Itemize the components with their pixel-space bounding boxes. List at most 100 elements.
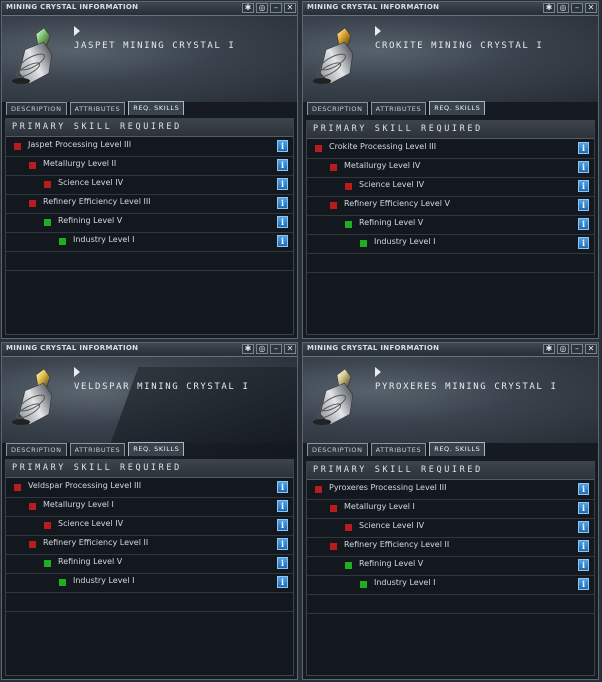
- skill-row[interactable]: Refining Level V i: [307, 556, 594, 576]
- info-button[interactable]: i: [578, 521, 589, 533]
- info-button[interactable]: i: [277, 576, 288, 588]
- info-button[interactable]: i: [578, 199, 589, 211]
- pin-icon: ✱: [545, 344, 553, 353]
- item-name: CROKITE MINING CRYSTAL I: [375, 41, 544, 51]
- skill-row[interactable]: Metallurgy Level I i: [6, 497, 293, 517]
- skill-label: Refining Level V: [359, 559, 424, 568]
- close-button[interactable]: ✕: [585, 3, 597, 13]
- window-titlebar[interactable]: MINING CRYSTAL INFORMATION ✱ ◎ – ✕: [303, 343, 598, 357]
- skill-row[interactable]: Metallurgy Level I i: [307, 499, 594, 519]
- info-button[interactable]: i: [277, 538, 288, 550]
- info-button[interactable]: i: [578, 540, 589, 552]
- tab-attributes[interactable]: ATTRIBUTES: [69, 443, 126, 456]
- info-button[interactable]: i: [578, 237, 589, 249]
- mining-crystal-icon: [313, 368, 354, 426]
- empty-row: [6, 251, 293, 271]
- skill-row[interactable]: Pyroxeres Processing Level III i: [307, 480, 594, 500]
- skill-row[interactable]: Metallurgy Level IV i: [307, 158, 594, 178]
- skill-row[interactable]: Industry Level I i: [307, 234, 594, 254]
- tab-attributes[interactable]: ATTRIBUTES: [370, 102, 427, 115]
- info-button[interactable]: i: [277, 159, 288, 171]
- pin-button[interactable]: ✱: [543, 344, 555, 354]
- item-name: PYROXERES MINING CRYSTAL I: [375, 382, 558, 392]
- skill-row[interactable]: Refinery Efficiency Level II i: [307, 537, 594, 557]
- info-button[interactable]: i: [578, 180, 589, 192]
- info-button[interactable]: i: [277, 235, 288, 247]
- tab-req-skills[interactable]: REQ. SKILLS: [429, 442, 486, 456]
- settings-button[interactable]: ◎: [256, 344, 268, 354]
- tab-description[interactable]: DESCRIPTION: [307, 443, 368, 456]
- info-button[interactable]: i: [277, 197, 288, 209]
- tab-description[interactable]: DESCRIPTION: [307, 102, 368, 115]
- close-button[interactable]: ✕: [284, 344, 296, 354]
- minimize-button[interactable]: –: [571, 3, 583, 13]
- info-button[interactable]: i: [578, 161, 589, 173]
- minimize-icon: –: [274, 3, 278, 12]
- window-titlebar[interactable]: MINING CRYSTAL INFORMATION ✱ ◎ – ✕: [2, 343, 297, 357]
- tab-description[interactable]: DESCRIPTION: [6, 443, 67, 456]
- skill-row[interactable]: Refining Level V i: [6, 554, 293, 574]
- skill-row[interactable]: Science Level IV i: [307, 518, 594, 538]
- mining-crystal-icon: [313, 27, 354, 85]
- tab-attributes[interactable]: ATTRIBUTES: [69, 102, 126, 115]
- skill-row[interactable]: Refinery Efficiency Level III i: [6, 194, 293, 214]
- settings-button[interactable]: ◎: [557, 344, 569, 354]
- skill-row[interactable]: Veldspar Processing Level III i: [6, 478, 293, 498]
- window-title: MINING CRYSTAL INFORMATION: [307, 344, 440, 352]
- info-button[interactable]: i: [578, 218, 589, 230]
- info-button[interactable]: i: [578, 578, 589, 590]
- tab-req-skills[interactable]: REQ. SKILLS: [128, 101, 185, 115]
- pin-button[interactable]: ✱: [242, 344, 254, 354]
- skill-label: Metallurgy Level IV: [344, 161, 421, 170]
- info-button[interactable]: i: [277, 216, 288, 228]
- info-button[interactable]: i: [578, 559, 589, 571]
- info-button[interactable]: i: [277, 178, 288, 190]
- window-titlebar[interactable]: MINING CRYSTAL INFORMATION ✱ ◎ – ✕: [2, 2, 297, 16]
- info-button[interactable]: i: [578, 142, 589, 154]
- skill-row[interactable]: Refining Level V i: [6, 213, 293, 233]
- window-titlebar[interactable]: MINING CRYSTAL INFORMATION ✱ ◎ – ✕: [303, 2, 598, 16]
- tab-description[interactable]: DESCRIPTION: [6, 102, 67, 115]
- skill-row[interactable]: Industry Level I i: [6, 232, 293, 252]
- skill-row[interactable]: Refinery Efficiency Level V i: [307, 196, 594, 216]
- info-button[interactable]: i: [277, 557, 288, 569]
- info-button[interactable]: i: [277, 481, 288, 493]
- skill-row[interactable]: Industry Level I i: [6, 573, 293, 593]
- section-header: PRIMARY SKILL REQUIRED: [6, 119, 293, 137]
- info-button[interactable]: i: [578, 483, 589, 495]
- minimize-button[interactable]: –: [270, 344, 282, 354]
- info-button[interactable]: i: [578, 502, 589, 514]
- close-button[interactable]: ✕: [284, 3, 296, 13]
- skill-row[interactable]: Refining Level V i: [307, 215, 594, 235]
- section-title: PRIMARY SKILL REQUIRED: [12, 122, 182, 132]
- skill-label: Crokite Processing Level III: [329, 142, 437, 151]
- skill-row[interactable]: Crokite Processing Level III i: [307, 139, 594, 159]
- skill-row[interactable]: Science Level IV i: [307, 177, 594, 197]
- settings-button[interactable]: ◎: [557, 3, 569, 13]
- skill-untrained-indicator: [29, 200, 36, 207]
- close-button[interactable]: ✕: [585, 344, 597, 354]
- settings-icon: ◎: [258, 344, 266, 353]
- minimize-button[interactable]: –: [270, 3, 282, 13]
- info-button[interactable]: i: [277, 500, 288, 512]
- window-title: MINING CRYSTAL INFORMATION: [6, 3, 139, 11]
- info-icon: i: [280, 558, 285, 568]
- skill-row[interactable]: Industry Level I i: [307, 575, 594, 595]
- skill-row[interactable]: Science Level IV i: [6, 175, 293, 195]
- skill-row[interactable]: Science Level IV i: [6, 516, 293, 536]
- info-button[interactable]: i: [277, 140, 288, 152]
- pin-button[interactable]: ✱: [242, 3, 254, 13]
- tab-req-skills[interactable]: REQ. SKILLS: [429, 101, 486, 115]
- pin-button[interactable]: ✱: [543, 3, 555, 13]
- skill-row[interactable]: Metallurgy Level II i: [6, 156, 293, 176]
- tab-req-skills[interactable]: REQ. SKILLS: [128, 442, 185, 456]
- skill-untrained-indicator: [330, 543, 337, 550]
- skill-row[interactable]: Jaspet Processing Level III i: [6, 137, 293, 157]
- settings-button[interactable]: ◎: [256, 3, 268, 13]
- minimize-button[interactable]: –: [571, 344, 583, 354]
- tab-bar: DESCRIPTION ATTRIBUTES REQ. SKILLS: [6, 101, 185, 116]
- tab-attributes[interactable]: ATTRIBUTES: [370, 443, 427, 456]
- info-button[interactable]: i: [277, 519, 288, 531]
- close-icon: ✕: [286, 3, 294, 12]
- skill-row[interactable]: Refinery Efficiency Level II i: [6, 535, 293, 555]
